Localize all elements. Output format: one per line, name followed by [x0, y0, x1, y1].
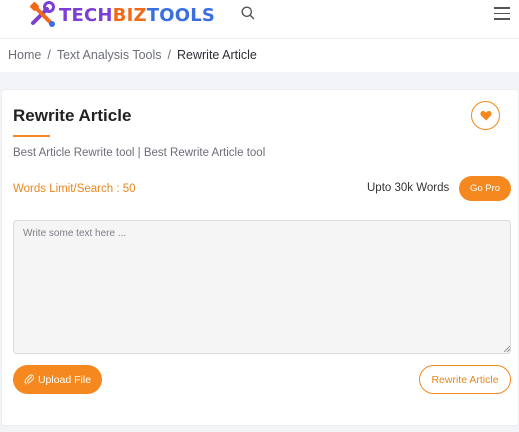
- favorite-button[interactable]: [471, 101, 500, 130]
- menu-line: [494, 18, 510, 20]
- menu-line: [494, 7, 510, 9]
- title-underline: [13, 135, 50, 137]
- upload-file-label: Upload File: [37, 373, 92, 386]
- article-text-input[interactable]: [13, 220, 511, 354]
- breadcrumb: Home / Text Analysis Tools / Rewrite Article: [0, 39, 519, 72]
- rewrite-article-button[interactable]: Rewrite Article: [419, 365, 511, 394]
- tools-logo-icon: [29, 1, 55, 27]
- breadcrumb-home[interactable]: Home: [8, 48, 41, 62]
- breadcrumb-separator: /: [47, 48, 51, 62]
- breadcrumb-current: Rewrite Article: [177, 48, 257, 62]
- resize-grip-icon[interactable]: [504, 346, 510, 352]
- page-title: Rewrite Article: [13, 106, 132, 125]
- logo-text-tools: TOOLS: [146, 5, 216, 26]
- site-header: TECHBIZTOOLS: [0, 0, 519, 39]
- heart-icon: [479, 110, 492, 121]
- upto-words-label: Upto 30k Words: [367, 182, 450, 194]
- breadcrumb-text-analysis-tools[interactable]: Text Analysis Tools: [57, 48, 162, 62]
- words-limit-label: Words Limit/Search : 50: [13, 183, 136, 195]
- menu-line: [494, 12, 510, 14]
- paperclip-icon: [24, 374, 35, 385]
- upload-file-button[interactable]: Upload File: [13, 365, 102, 394]
- logo-text-tech: TECH: [59, 5, 113, 26]
- go-pro-button[interactable]: Go Pro: [459, 176, 511, 201]
- tool-card: Rewrite Article Best Article Rewrite too…: [1, 89, 519, 426]
- breadcrumb-separator: /: [167, 48, 171, 62]
- search-icon[interactable]: [240, 5, 256, 21]
- page-subtitle: Best Article Rewrite tool | Best Rewrite…: [13, 147, 266, 159]
- logo-text-biz: BIZ: [112, 5, 147, 26]
- hamburger-menu-icon[interactable]: [494, 7, 510, 20]
- site-logo[interactable]: TECHBIZTOOLS: [29, 1, 215, 29]
- logo-text: TECHBIZTOOLS: [59, 5, 215, 26]
